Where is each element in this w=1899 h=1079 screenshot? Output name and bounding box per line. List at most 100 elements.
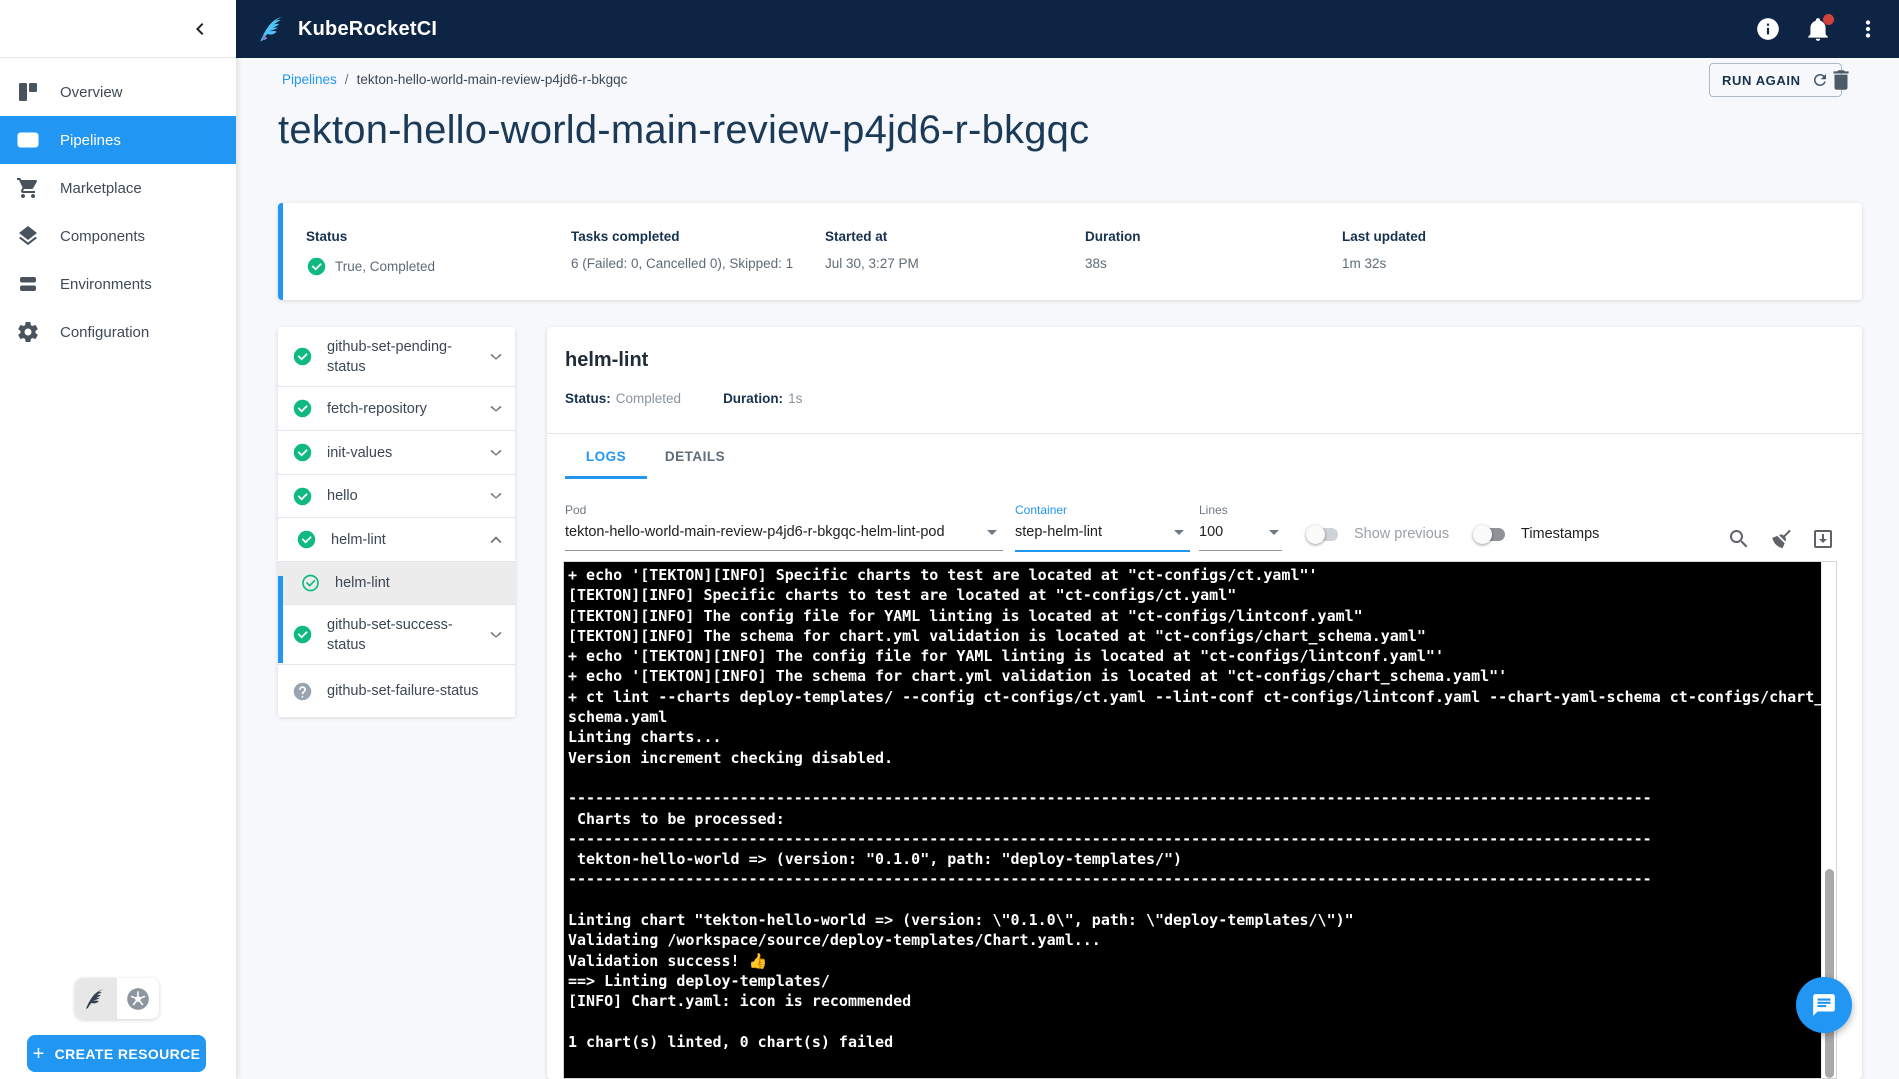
download-icon[interactable] bbox=[1811, 527, 1835, 551]
check-circle-icon bbox=[296, 529, 317, 550]
breadcrumb: Pipelines / tekton-hello-world-main-revi… bbox=[282, 72, 627, 87]
log-line: + echo '[TEKTON][INFO] Specific charts t… bbox=[568, 565, 1819, 585]
task-detail-panel: helm-lint Status:Completed Duration:1s L… bbox=[547, 327, 1862, 1079]
sidebar-collapse-button[interactable] bbox=[188, 17, 212, 41]
log-separator-line: ----------------------------------------… bbox=[568, 788, 1819, 808]
timestamps-toggle[interactable] bbox=[1477, 528, 1505, 541]
sidebar-item-overview[interactable]: Overview bbox=[0, 68, 236, 116]
toolkit-feather-button[interactable] bbox=[75, 978, 117, 1019]
stacks-icon bbox=[16, 272, 40, 296]
task-row-helm-lint[interactable]: helm-lint bbox=[278, 518, 515, 562]
kuberocketci-logo-icon bbox=[258, 14, 288, 44]
task-detail-meta: Status:Completed Duration:1s bbox=[565, 391, 802, 406]
log-line bbox=[568, 1012, 1819, 1032]
breadcrumb-pipelines-link[interactable]: Pipelines bbox=[282, 72, 337, 87]
summary-value: 1m 32s bbox=[1342, 256, 1386, 271]
status-label: Status: bbox=[565, 391, 611, 406]
notifications-icon[interactable] bbox=[1805, 16, 1831, 42]
chevron-down-icon[interactable] bbox=[485, 398, 507, 420]
dropdown-arrow-icon[interactable] bbox=[1174, 530, 1184, 535]
chevron-down-icon[interactable] bbox=[485, 442, 507, 464]
task-name: init-values bbox=[327, 443, 471, 463]
log-line: tekton-hello-world => (version: "0.1.0",… bbox=[568, 849, 1819, 869]
task-row-hello[interactable]: hello bbox=[278, 475, 515, 518]
summary-value: 38s bbox=[1085, 256, 1107, 271]
task-row-init-values[interactable]: init-values bbox=[278, 431, 515, 475]
log-separator-line: ----------------------------------------… bbox=[568, 829, 1819, 849]
clear-logs-icon[interactable] bbox=[1770, 527, 1794, 551]
plus-icon: + bbox=[33, 1044, 45, 1064]
log-line: ==> Linting deploy-templates/ bbox=[568, 971, 1819, 991]
chevron-down-icon[interactable] bbox=[485, 485, 507, 507]
brand-name: KubeRocketCI bbox=[298, 18, 437, 41]
tab-logs[interactable]: LOGS bbox=[565, 434, 647, 478]
search-icon[interactable] bbox=[1727, 527, 1751, 551]
gear-icon bbox=[16, 320, 40, 344]
pipeline-summary-card: Status True, Completed Tasks completed 6… bbox=[278, 203, 1862, 300]
task-name: github-set-failure-status bbox=[327, 681, 493, 701]
lines-select-underline bbox=[1199, 550, 1282, 551]
duration-value: 1s bbox=[788, 391, 802, 406]
chevron-up-icon[interactable] bbox=[485, 529, 507, 551]
pod-select-label: Pod bbox=[565, 503, 586, 517]
chevron-left-icon bbox=[188, 17, 212, 41]
chevron-down-icon[interactable] bbox=[485, 346, 507, 368]
sidebar-item-label: Overview bbox=[60, 84, 123, 101]
breadcrumb-separator: / bbox=[345, 72, 349, 87]
cart-icon bbox=[16, 176, 40, 200]
sidebar-item-pipelines[interactable]: Pipelines bbox=[0, 116, 236, 164]
pod-select[interactable]: tekton-hello-world-main-review-p4jd6-r-b… bbox=[565, 524, 945, 540]
log-scrollbar-thumb[interactable] bbox=[1825, 869, 1834, 1078]
app-window: Overview Pipelines Marketplace Component… bbox=[0, 0, 1899, 1079]
log-line: + echo '[TEKTON][INFO] The config file f… bbox=[568, 646, 1819, 666]
container-select-underline bbox=[1015, 550, 1190, 552]
task-row-github-set-failure-status[interactable]: github-set-failure-status bbox=[278, 665, 515, 717]
task-row-fetch-repository[interactable]: fetch-repository bbox=[278, 387, 515, 431]
sidebar-item-environments[interactable]: Environments bbox=[0, 260, 236, 308]
task-detail-title: helm-lint bbox=[565, 349, 648, 372]
lines-select[interactable]: 100 bbox=[1199, 524, 1223, 540]
refresh-icon bbox=[1811, 71, 1829, 89]
sidebar-item-marketplace[interactable]: Marketplace bbox=[0, 164, 236, 212]
dropdown-arrow-icon[interactable] bbox=[1269, 530, 1279, 535]
tab-details[interactable]: DETAILS bbox=[647, 434, 743, 478]
log-line: Validating /workspace/source/deploy-temp… bbox=[568, 930, 1819, 950]
info-icon[interactable] bbox=[1755, 16, 1781, 42]
check-circle-icon bbox=[292, 398, 313, 419]
sidebar-header bbox=[0, 0, 236, 58]
summary-label: Started at bbox=[825, 229, 887, 244]
chat-fab-button[interactable] bbox=[1796, 977, 1852, 1033]
check-circle-icon bbox=[292, 346, 313, 367]
pod-select-underline bbox=[565, 550, 1003, 551]
show-previous-toggle[interactable] bbox=[1310, 528, 1338, 541]
log-line: [TEKTON][INFO] The schema for chart.yml … bbox=[568, 626, 1819, 646]
task-row-github-set-success-status[interactable]: github-set-success-status bbox=[278, 605, 515, 665]
timestamps-label: Timestamps bbox=[1521, 526, 1599, 542]
sidebar-item-label: Components bbox=[60, 228, 145, 245]
step-row-helm-lint[interactable]: helm-lint bbox=[278, 562, 515, 605]
log-line: + echo '[TEKTON][INFO] The schema for ch… bbox=[568, 666, 1819, 686]
log-line bbox=[568, 890, 1819, 910]
run-again-label: RUN AGAIN bbox=[1722, 73, 1801, 88]
topbar: KubeRocketCI bbox=[236, 0, 1899, 58]
delete-button[interactable] bbox=[1828, 67, 1854, 93]
summary-value: 6 (Failed: 0, Cancelled 0), Skipped: 1 bbox=[571, 256, 793, 271]
duration-label: Duration: bbox=[723, 391, 783, 406]
log-line: Charts to be processed: bbox=[568, 809, 1819, 829]
step-name: helm-lint bbox=[335, 573, 479, 593]
log-viewer: + echo '[TEKTON][INFO] Specific charts t… bbox=[563, 561, 1837, 1079]
toolkit-kubernetes-button[interactable] bbox=[117, 978, 159, 1019]
sidebar-item-configuration[interactable]: Configuration bbox=[0, 308, 236, 356]
brand: KubeRocketCI bbox=[258, 14, 437, 44]
dropdown-arrow-icon[interactable] bbox=[987, 530, 997, 535]
run-again-button[interactable]: RUN AGAIN bbox=[1709, 63, 1842, 97]
log-line: Linting charts... bbox=[568, 727, 1819, 747]
container-select[interactable]: step-helm-lint bbox=[1015, 524, 1102, 540]
chevron-down-icon[interactable] bbox=[485, 624, 507, 646]
help-circle-icon bbox=[292, 681, 313, 702]
task-row-github-set-pending-status[interactable]: github-set-pending-status bbox=[278, 327, 515, 387]
more-menu-icon[interactable] bbox=[1855, 16, 1881, 42]
sidebar-item-components[interactable]: Components bbox=[0, 212, 236, 260]
create-resource-button[interactable]: + CREATE RESOURCE bbox=[27, 1035, 206, 1072]
sidebar-item-label: Configuration bbox=[60, 324, 149, 341]
